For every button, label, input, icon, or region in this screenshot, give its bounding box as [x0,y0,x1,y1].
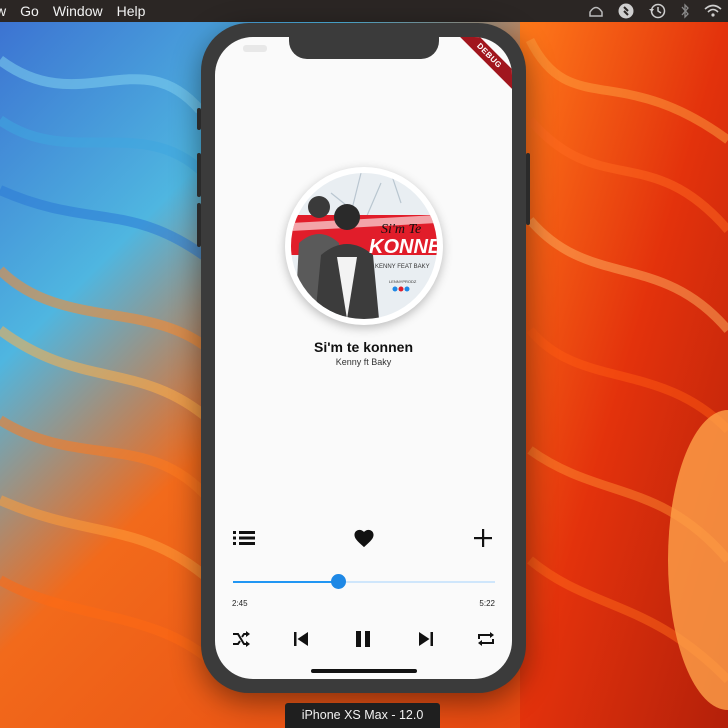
shuffle-icon [233,631,250,647]
album-title-big-art: KONNEN [369,236,437,258]
vpn-icon[interactable] [588,4,604,18]
menu-view[interactable]: w [0,0,6,22]
home-indicator [311,669,417,673]
album-feat-art: KENNY FEAT BAKY [375,264,430,270]
favorite-button[interactable] [351,525,377,551]
pause-icon [356,631,370,647]
total-time: 5:22 [479,599,495,608]
shazam-icon[interactable] [618,3,634,19]
playlist-button[interactable] [231,525,257,551]
silent-switch [197,108,201,130]
mac-menu-bar: w Go Window Help [0,0,728,22]
time-machine-icon[interactable] [648,3,666,19]
debug-banner: DEBUG [452,37,512,93]
bluetooth-icon[interactable] [680,3,690,19]
song-title: Si'm te konnen [313,339,413,355]
volume-down-button [197,203,201,247]
seek-bar-thumb[interactable] [330,574,346,589]
iphone-simulator-frame: DEBUG Si'm Te KONNEN KENNY FEAT B [197,23,530,693]
simulator-device-label: iPhone XS Max - 12.0 [285,703,440,728]
repeat-icon [478,632,494,646]
current-time: 2:45 [232,599,248,608]
album-art-image: Si'm Te KONNEN KENNY FEAT BAKY LENNYPROD… [291,173,437,319]
status-bar-time [243,45,267,52]
album-title-art: Si'm Te [381,222,421,237]
volume-up-button [197,153,201,197]
seek-bar-progress [233,581,338,583]
playlist-icon [233,531,255,545]
previous-icon [294,632,308,646]
album-art-frame: Si'm Te KONNEN KENNY FEAT BAKY LENNYPROD… [285,167,443,325]
previous-button[interactable] [289,627,313,651]
shuffle-button[interactable] [229,627,253,651]
device-notch [289,37,439,59]
next-icon [419,632,433,646]
heart-icon [354,529,374,548]
menu-help[interactable]: Help [117,0,146,22]
menu-status-icons [588,0,722,22]
song-artist: Kenny ft Baky [335,357,392,367]
wifi-icon[interactable] [704,4,722,18]
add-icon [474,529,492,547]
menu-window[interactable]: Window [53,0,103,22]
seek-bar-track[interactable] [233,574,495,589]
add-to-playlist-button[interactable] [470,525,496,551]
menu-go[interactable]: Go [20,0,39,22]
next-button[interactable] [414,627,438,651]
app-screen: DEBUG Si'm Te KONNEN KENNY FEAT B [215,37,512,679]
power-button [526,153,530,225]
album-producer-art: LENNYPRODZ [389,279,417,284]
repeat-button[interactable] [474,627,498,651]
pause-button[interactable] [351,627,375,651]
